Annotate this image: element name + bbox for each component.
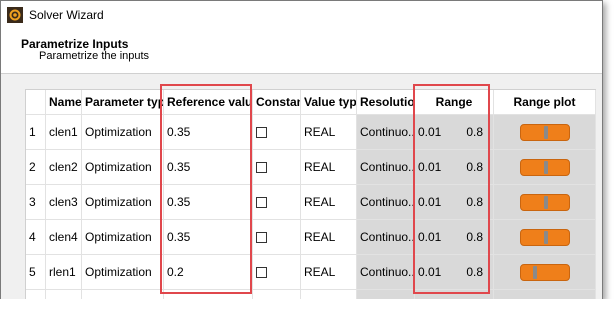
range-plot-slider[interactable]: [519, 228, 570, 246]
col-header-range-plot[interactable]: Range plot: [494, 90, 596, 115]
range-plot-cell: [494, 185, 596, 220]
range-plot-cell: [494, 115, 596, 150]
col-header-value-type[interactable]: Value type: [301, 90, 357, 115]
range-plot-thumb[interactable]: [543, 125, 548, 139]
range-plot-slider[interactable]: [519, 263, 570, 281]
row-index: 2: [26, 150, 46, 185]
parameters-table: NameParameter typeReference valueConstan…: [25, 89, 596, 299]
constant-checkbox[interactable]: [256, 196, 267, 208]
row-header-corner: [26, 90, 46, 115]
torn-edge: [0, 299, 616, 318]
value-type-cell[interactable]: REAL: [301, 220, 357, 255]
resolution-cell[interactable]: Continuo...: [357, 255, 415, 290]
range-plot-cell: [494, 255, 596, 290]
param-type-cell[interactable]: Optimization: [82, 255, 164, 290]
range-plot-cell: [494, 220, 596, 255]
page-title: Parametrize Inputs: [21, 37, 129, 51]
constant-cell: [253, 150, 301, 185]
range-plot-thumb[interactable]: [533, 265, 537, 279]
range-plot-thumb[interactable]: [543, 195, 548, 209]
resolution-cell[interactable]: Continuo...: [357, 220, 415, 255]
value-type-cell[interactable]: REAL: [301, 185, 357, 220]
param-name-cell[interactable]: clen1: [46, 115, 82, 150]
resolution-cell[interactable]: Continuo...: [357, 150, 415, 185]
range-plot-slider[interactable]: [519, 158, 570, 176]
constant-checkbox[interactable]: [256, 126, 267, 138]
col-header-name[interactable]: Name: [46, 90, 82, 115]
constant-cell: [253, 220, 301, 255]
solver-wizard-window: Solver Wizard Parametrize Inputs Paramet…: [0, 0, 603, 300]
constant-cell: [253, 185, 301, 220]
value-type-cell[interactable]: REAL: [301, 255, 357, 290]
range-plot-slider[interactable]: [519, 123, 570, 141]
param-name-cell[interactable]: clen4: [46, 220, 82, 255]
title-bar: Solver Wizard: [1, 1, 602, 29]
wizard-header: Parametrize Inputs Parametrize the input…: [1, 29, 602, 74]
row-index: 5: [26, 255, 46, 290]
col-header-constant[interactable]: Constant: [253, 90, 301, 115]
constant-cell: [253, 255, 301, 290]
resolution-cell[interactable]: Continuo...: [357, 185, 415, 220]
row-index: 4: [26, 220, 46, 255]
reference-value-highlight: [160, 84, 252, 294]
page-subtitle: Parametrize the inputs: [39, 50, 150, 62]
col-header-resolution[interactable]: Resolution: [357, 90, 415, 115]
range-plot-cell: [494, 150, 596, 185]
param-name-cell[interactable]: clen2: [46, 150, 82, 185]
range-plot-thumb[interactable]: [543, 230, 548, 244]
param-type-cell[interactable]: Optimization: [82, 115, 164, 150]
solver-app-icon: [7, 7, 23, 23]
range-plot-slider[interactable]: [519, 193, 570, 211]
value-type-cell[interactable]: REAL: [301, 150, 357, 185]
value-type-cell[interactable]: REAL: [301, 115, 357, 150]
resolution-cell[interactable]: Continuo...: [357, 115, 415, 150]
constant-cell: [253, 115, 301, 150]
param-type-cell[interactable]: Optimization: [82, 185, 164, 220]
constant-checkbox[interactable]: [256, 266, 267, 278]
constant-checkbox[interactable]: [256, 161, 267, 173]
param-name-cell[interactable]: rlen1: [46, 255, 82, 290]
constant-checkbox[interactable]: [256, 231, 267, 243]
param-name-cell[interactable]: clen3: [46, 185, 82, 220]
range-highlight: [413, 84, 490, 294]
window-title: Solver Wizard: [29, 8, 104, 22]
row-index: 3: [26, 185, 46, 220]
param-type-cell[interactable]: Optimization: [82, 150, 164, 185]
param-type-cell[interactable]: Optimization: [82, 220, 164, 255]
row-index: 1: [26, 115, 46, 150]
range-plot-thumb[interactable]: [543, 160, 548, 174]
col-header-parameter-type[interactable]: Parameter type: [82, 90, 164, 115]
